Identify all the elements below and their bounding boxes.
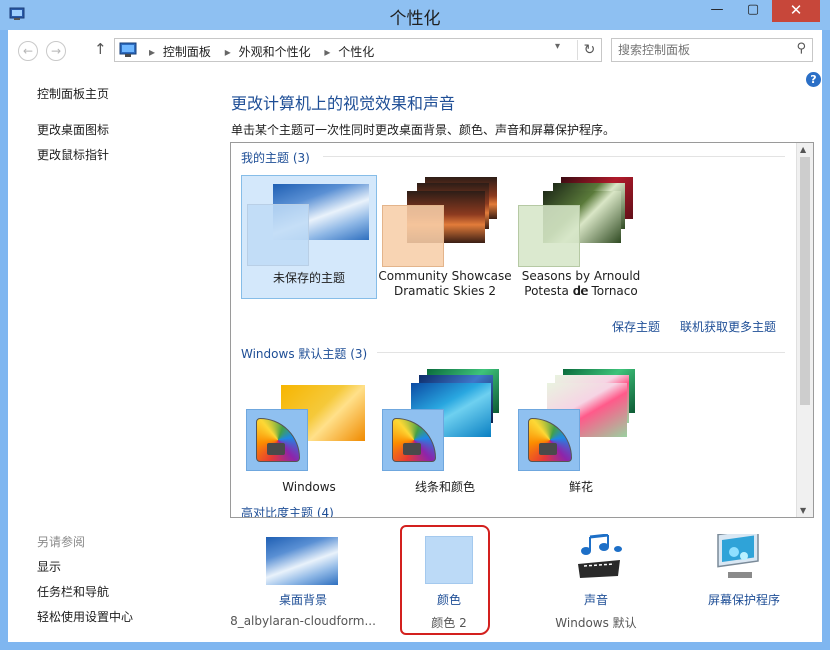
sound-title: 声音 xyxy=(583,593,608,607)
sidebar-link-display[interactable]: 显示 xyxy=(37,558,61,575)
chevron-right-icon: ▸ xyxy=(324,45,331,59)
theme-color-swatch xyxy=(246,409,308,471)
title-bar: 个性化 — ▢ ✕ xyxy=(0,0,830,30)
minimize-button[interactable]: — xyxy=(700,0,734,22)
vertical-scrollbar[interactable]: ▲ ▼ xyxy=(796,143,813,517)
scroll-up-icon[interactable]: ▲ xyxy=(800,145,806,154)
address-bar[interactable]: ▸ 控制面板 ▸ 外观和个性化 ▸ 个性化 ▾ ↻ xyxy=(114,38,602,62)
music-notes-icon xyxy=(578,534,622,578)
help-button[interactable]: ? xyxy=(806,72,821,87)
monitor-icon xyxy=(717,534,759,578)
theme-label-line2: Dramatic Skies 2 xyxy=(393,284,496,298)
save-theme-link[interactable]: 保存主题 xyxy=(612,318,660,335)
theme-label: 鲜花 xyxy=(568,480,593,494)
chevron-right-icon: ▸ xyxy=(149,45,156,59)
chevron-right-icon: ▸ xyxy=(224,45,231,59)
breadcrumb: ▸ 控制面板 ▸ 外观和个性化 ▸ 个性化 xyxy=(143,43,378,60)
window-client-area: ← → ↑ ▸ 控制面板 ▸ 外观和个性化 ▸ 个性化 ▾ ↻ ⚲ ? xyxy=(8,30,822,642)
page-title: 更改计算机上的视觉效果和声音 xyxy=(231,94,456,113)
close-button[interactable]: ✕ xyxy=(772,0,820,22)
get-more-themes-link[interactable]: 联机获取更多主题 xyxy=(680,318,776,335)
back-button[interactable]: ← xyxy=(18,41,38,61)
scrollbar-thumb[interactable] xyxy=(800,157,810,405)
desktop-background-title: 桌面背景 xyxy=(278,593,327,607)
theme-label: 线条和颜色 xyxy=(414,480,475,494)
theme-item-lines-colors[interactable]: 线条和颜色 xyxy=(377,369,513,494)
color-palette-icon xyxy=(256,418,300,462)
highlight-annotation xyxy=(400,525,490,635)
page-description: 单击某个主题可一次性同时更改桌面背景、颜色、声音和屏幕保护程序。 xyxy=(231,123,616,137)
screensaver-title: 屏幕保护程序 xyxy=(707,593,780,607)
maximize-button[interactable]: ▢ xyxy=(736,0,770,22)
group-divider xyxy=(377,352,785,353)
sidebar-link-control-panel-home[interactable]: 控制面板主页 xyxy=(37,85,109,102)
high-contrast-themes-title: 高对比度主题 (4) xyxy=(241,506,334,518)
theme-color-swatch xyxy=(518,205,580,267)
scroll-down-icon[interactable]: ▼ xyxy=(800,506,806,515)
breadcrumb-item-appearance[interactable]: 外观和个性化 xyxy=(239,45,311,59)
refresh-button[interactable]: ↻ xyxy=(577,40,601,60)
theme-color-swatch xyxy=(382,205,444,267)
see-also-title: 另请参阅 xyxy=(37,535,86,549)
color-palette-icon xyxy=(528,418,572,462)
my-themes-title: 我的主题 (3) xyxy=(241,151,310,165)
desktop-background-subtitle: 8_albylaran-cloudform... xyxy=(230,614,376,628)
search-box[interactable]: ⚲ xyxy=(611,38,813,62)
theme-label: 未保存的主题 xyxy=(272,271,345,285)
navigation-bar: ← → ↑ ▸ 控制面板 ▸ 外观和个性化 ▸ 个性化 ▾ ↻ ⚲ xyxy=(8,30,822,70)
breadcrumb-item-control-panel[interactable]: 控制面板 xyxy=(163,45,211,59)
up-button[interactable]: ↑ xyxy=(94,40,107,58)
chevron-down-icon[interactable]: ▾ xyxy=(555,41,560,52)
search-icon[interactable]: ⚲ xyxy=(796,41,806,56)
forward-button[interactable]: → xyxy=(46,41,66,61)
theme-item-windows[interactable]: Windows xyxy=(241,369,377,494)
theme-item-dramatic-skies[interactable]: Community Showcase Dramatic Skies 2 xyxy=(377,175,513,299)
breadcrumb-item-personalization[interactable]: 个性化 xyxy=(338,45,374,59)
desktop-background-thumbnail xyxy=(266,537,338,585)
theme-label-line1: Community Showcase xyxy=(378,269,512,283)
theme-item-flowers[interactable]: 鲜花 xyxy=(513,369,649,494)
left-pane: 控制面板主页 更改桌面图标 更改鼠标指针 另请参阅 显示 任务栏和导航 轻松使用… xyxy=(8,70,222,642)
desktop-background-button[interactable]: 桌面背景 8_albylaran-cloudform... xyxy=(228,534,378,634)
theme-item-seasons[interactable]: Seasons by Arnould de Potesta de Tornaco xyxy=(513,175,649,299)
search-input[interactable] xyxy=(618,42,788,58)
group-divider xyxy=(323,156,785,157)
theme-item-unsaved[interactable]: 未保存的主题 xyxy=(241,175,377,299)
sidebar-link-desktop-icons[interactable]: 更改桌面图标 xyxy=(37,121,109,138)
sidebar-link-ease-of-access[interactable]: 轻松使用设置中心 xyxy=(37,608,133,625)
control-panel-icon xyxy=(119,42,137,57)
theme-color-swatch xyxy=(247,204,309,266)
windows-default-themes-title: Windows 默认主题 (3) xyxy=(241,347,368,361)
theme-color-swatch xyxy=(382,409,444,471)
sidebar-link-taskbar-navigation[interactable]: 任务栏和导航 xyxy=(37,583,109,600)
sound-subtitle: Windows 默认 xyxy=(555,616,637,630)
sidebar-link-mouse-pointers[interactable]: 更改鼠标指针 xyxy=(37,146,109,163)
color-palette-icon xyxy=(392,418,436,462)
theme-color-swatch xyxy=(518,409,580,471)
theme-label-line2: Potesta de Tornaco xyxy=(524,284,638,298)
theme-label: Windows xyxy=(282,480,336,494)
theme-list[interactable]: 我的主题 (3) 未保存的主题 Community Showcase Drama… xyxy=(230,142,814,518)
